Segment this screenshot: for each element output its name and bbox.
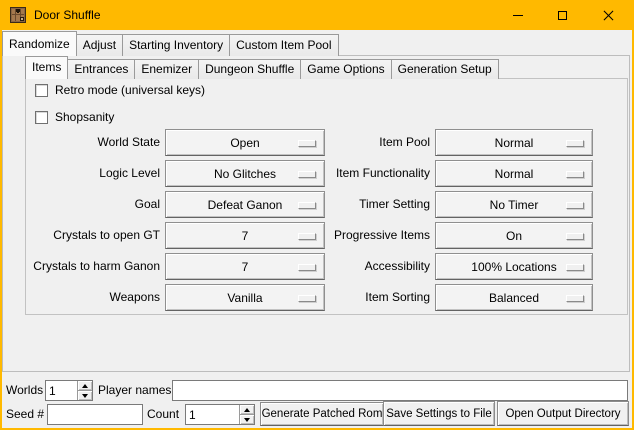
accessibility-dropdown[interactable]: 100% Locations bbox=[435, 253, 593, 280]
worlds-label: Worlds bbox=[6, 379, 43, 401]
dropdown-indicator-icon bbox=[566, 202, 584, 209]
item-sorting-value: Balanced bbox=[489, 291, 539, 305]
tab-enemizer[interactable]: Enemizer bbox=[134, 59, 199, 79]
tab-dungeon-shuffle[interactable]: Dungeon Shuffle bbox=[198, 59, 301, 79]
sub-tab-bar: Items Entrances Enemizer Dungeon Shuffle… bbox=[25, 57, 498, 79]
accessibility-label: Accessibility bbox=[288, 253, 430, 280]
count-spinner[interactable] bbox=[185, 404, 255, 425]
generate-patched-rom-button[interactable]: Generate Patched Rom bbox=[260, 402, 384, 426]
tab-custom-item-pool[interactable]: Custom Item Pool bbox=[229, 34, 338, 56]
item-pool-dropdown[interactable]: Normal bbox=[435, 129, 593, 156]
crystals-gt-value: 7 bbox=[242, 229, 249, 243]
shopsanity-label[interactable]: Shopsanity bbox=[55, 110, 114, 125]
weapons-value: Vanilla bbox=[227, 291, 262, 305]
tab-generation-setup[interactable]: Generation Setup bbox=[391, 59, 499, 79]
tab-starting-inventory[interactable]: Starting Inventory bbox=[122, 34, 230, 56]
item-sorting-dropdown[interactable]: Balanced bbox=[435, 284, 593, 311]
arrow-down-icon bbox=[82, 394, 88, 398]
accessibility-value: 100% Locations bbox=[471, 260, 556, 274]
item-functionality-dropdown[interactable]: Normal bbox=[435, 160, 593, 187]
open-output-directory-button[interactable]: Open Output Directory bbox=[497, 401, 629, 426]
worlds-spin-up-button[interactable] bbox=[78, 381, 92, 390]
count-input[interactable] bbox=[186, 405, 239, 424]
progressive-items-value: On bbox=[506, 229, 522, 243]
timer-setting-label: Timer Setting bbox=[288, 191, 430, 218]
save-settings-button[interactable]: Save Settings to File bbox=[383, 401, 495, 426]
worlds-spin-down-button[interactable] bbox=[78, 390, 92, 400]
arrow-down-icon bbox=[244, 418, 250, 422]
minimize-icon bbox=[513, 15, 523, 16]
count-label: Count bbox=[147, 403, 179, 425]
maximize-icon bbox=[558, 11, 567, 20]
arrow-up-icon bbox=[244, 408, 250, 412]
worlds-spinner[interactable] bbox=[45, 380, 93, 401]
count-spin-down-button[interactable] bbox=[240, 414, 254, 424]
timer-setting-dropdown[interactable]: No Timer bbox=[435, 191, 593, 218]
dropdown-indicator-icon bbox=[566, 264, 584, 271]
seed-label: Seed # bbox=[6, 403, 44, 425]
count-spin-up-button[interactable] bbox=[240, 405, 254, 414]
maximize-button[interactable] bbox=[540, 0, 584, 30]
app-icon bbox=[10, 7, 26, 23]
worlds-input[interactable] bbox=[46, 381, 77, 400]
crystals-ganon-label: Crystals to harm Ganon bbox=[20, 253, 160, 280]
logic-level-label: Logic Level bbox=[20, 160, 160, 187]
item-pool-value: Normal bbox=[495, 136, 534, 150]
app-window: Door Shuffle Randomize Adjust Starting I… bbox=[0, 0, 634, 430]
crystals-ganon-value: 7 bbox=[242, 260, 249, 274]
tab-randomize[interactable]: Randomize bbox=[2, 31, 77, 56]
dropdown-indicator-icon bbox=[566, 295, 584, 302]
arrow-up-icon bbox=[82, 384, 88, 388]
titlebar[interactable]: Door Shuffle bbox=[0, 0, 634, 30]
progressive-items-dropdown[interactable]: On bbox=[435, 222, 593, 249]
goal-value: Defeat Ganon bbox=[208, 198, 283, 212]
item-sorting-label: Item Sorting bbox=[288, 284, 430, 311]
close-icon bbox=[602, 9, 615, 22]
weapons-label: Weapons bbox=[20, 284, 160, 311]
goal-label: Goal bbox=[20, 191, 160, 218]
crystals-gt-label: Crystals to open GT bbox=[20, 222, 160, 249]
dropdown-indicator-icon bbox=[566, 233, 584, 240]
player-names-label: Player names bbox=[98, 379, 171, 401]
logic-level-value: No Glitches bbox=[214, 167, 276, 181]
close-button[interactable] bbox=[584, 0, 632, 30]
tab-entrances[interactable]: Entrances bbox=[67, 59, 135, 79]
shopsanity-checkbox[interactable] bbox=[35, 111, 48, 124]
dropdown-indicator-icon bbox=[566, 171, 584, 178]
retro-mode-label[interactable]: Retro mode (universal keys) bbox=[55, 83, 205, 98]
retro-mode-checkbox[interactable] bbox=[35, 84, 48, 97]
main-tab-bar: Randomize Adjust Starting Inventory Cust… bbox=[2, 32, 338, 56]
tab-adjust[interactable]: Adjust bbox=[76, 34, 123, 56]
progressive-items-label: Progressive Items bbox=[288, 222, 430, 249]
item-functionality-value: Normal bbox=[495, 167, 534, 181]
timer-setting-value: No Timer bbox=[490, 198, 539, 212]
player-names-input[interactable] bbox=[172, 380, 628, 401]
world-state-value: Open bbox=[230, 136, 259, 150]
tab-game-options[interactable]: Game Options bbox=[300, 59, 391, 79]
item-pool-label: Item Pool bbox=[288, 129, 430, 156]
minimize-button[interactable] bbox=[496, 0, 540, 30]
item-functionality-label: Item Functionality bbox=[288, 160, 430, 187]
world-state-label: World State bbox=[20, 129, 160, 156]
window-title: Door Shuffle bbox=[34, 0, 101, 30]
dropdown-indicator-icon bbox=[566, 140, 584, 147]
tab-items[interactable]: Items bbox=[25, 56, 68, 79]
seed-input[interactable] bbox=[47, 404, 143, 425]
